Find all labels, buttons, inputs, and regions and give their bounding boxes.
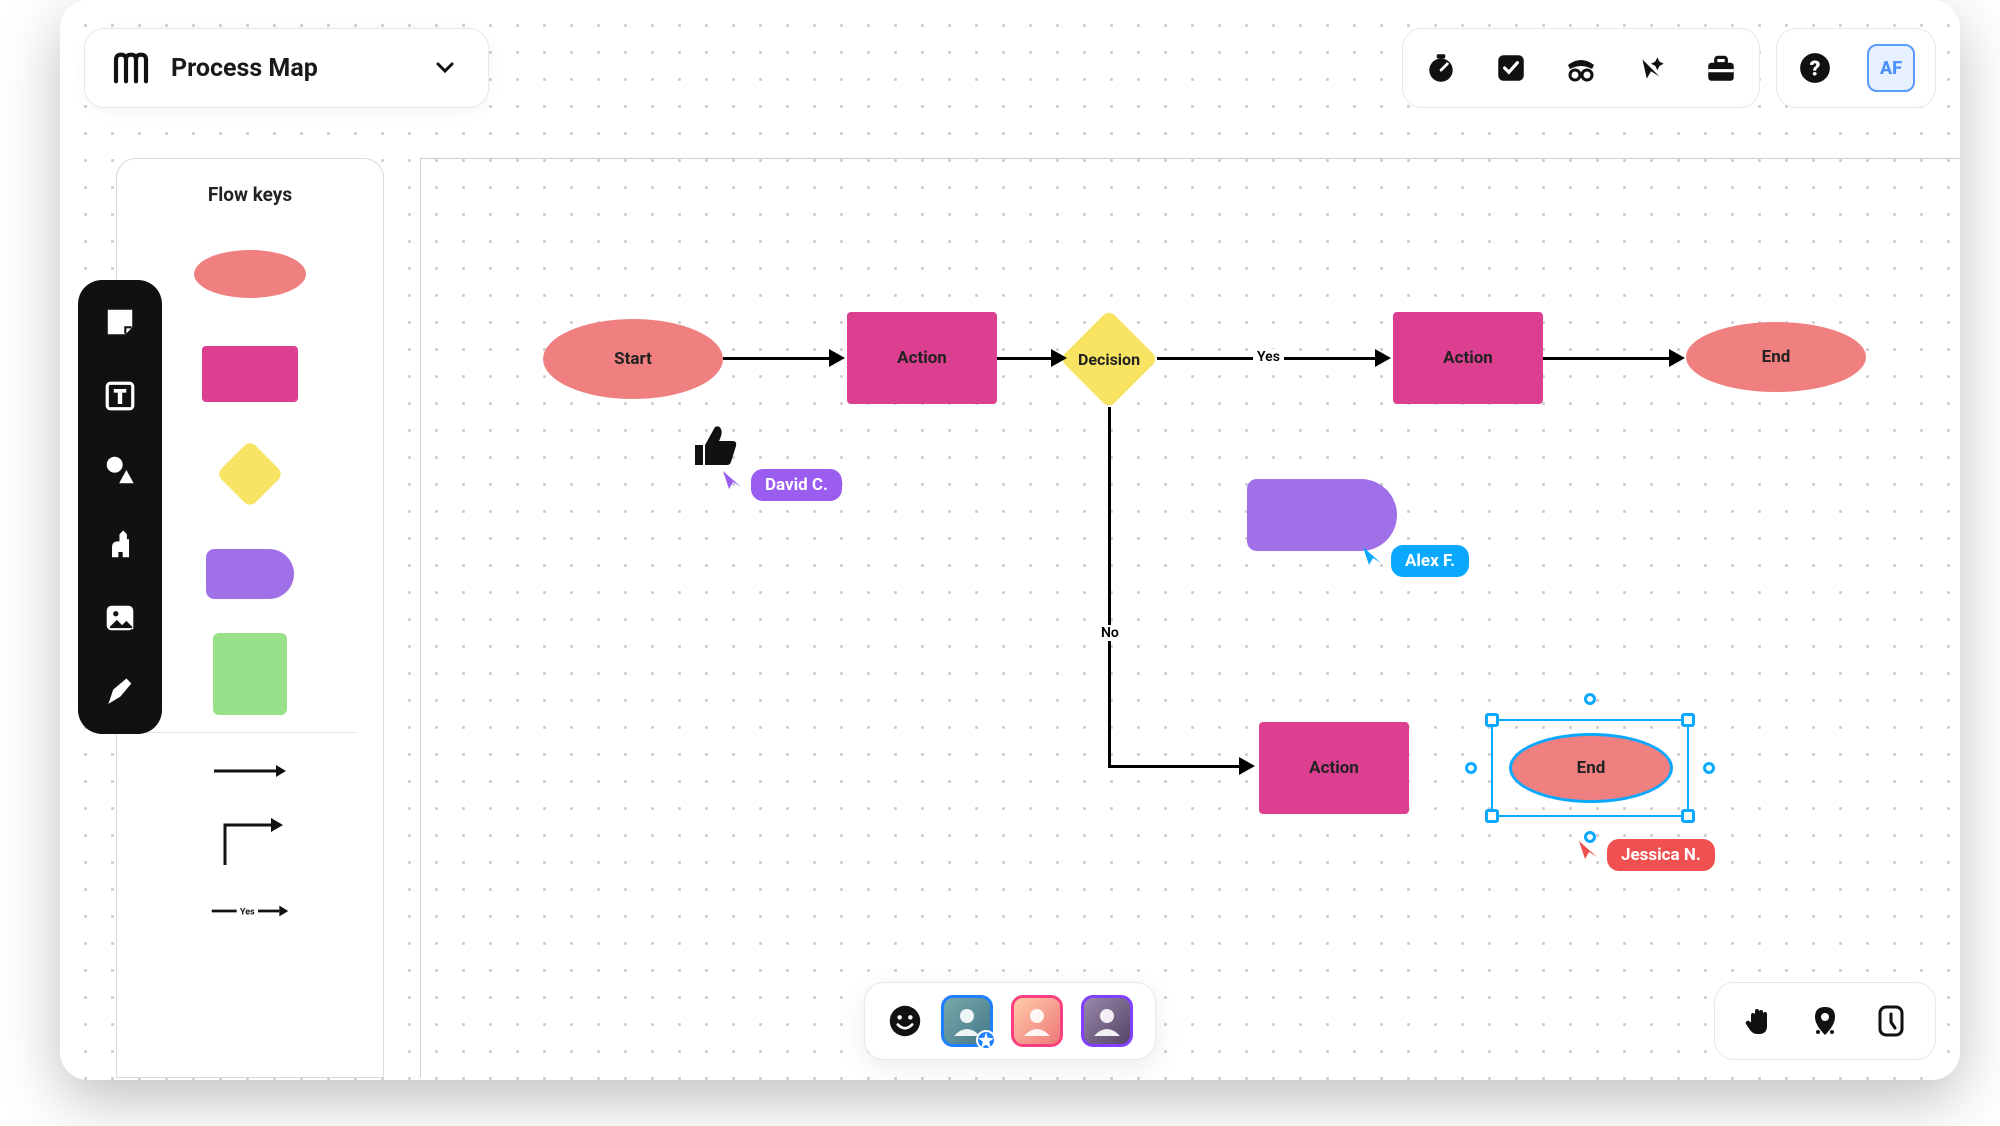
arrow-head-icon xyxy=(1051,349,1067,367)
panel-separator xyxy=(144,732,357,733)
cursor-sparkle-icon[interactable] xyxy=(1633,50,1669,86)
end-node-1[interactable]: End xyxy=(1686,322,1866,392)
action-node-1[interactable]: Action xyxy=(847,312,997,404)
flowkey-straight-arrow[interactable] xyxy=(117,741,383,801)
collaborator-avatar-1[interactable] xyxy=(941,995,993,1047)
flow-keys-title: Flow keys xyxy=(208,183,292,206)
vote-icon[interactable] xyxy=(1493,50,1529,86)
start-node[interactable]: Start xyxy=(543,319,723,399)
edge-label-no: No xyxy=(1097,625,1123,641)
board-title-dropdown[interactable]: Process Map xyxy=(84,28,489,108)
svg-text:T: T xyxy=(114,385,126,408)
diagram-canvas[interactable]: Start Action Decision Action End Action … xyxy=(420,158,1960,1078)
avatar-initials: AF xyxy=(1880,58,1902,79)
end-node-selected[interactable]: End xyxy=(1509,733,1673,803)
flowkey-elbow-arrow[interactable] xyxy=(117,801,383,881)
navigation-tools xyxy=(1714,982,1936,1060)
image-tool-icon[interactable] xyxy=(100,598,140,638)
action-node-3[interactable]: Action xyxy=(1259,722,1409,814)
facilitation-tools xyxy=(1402,28,1760,108)
collaborators-bar xyxy=(864,982,1156,1060)
collaborator-avatar-3[interactable] xyxy=(1081,995,1133,1047)
shapes-tool-icon[interactable] xyxy=(100,450,140,490)
cursor-label: David C. xyxy=(751,469,842,501)
vertical-toolbar: T xyxy=(78,280,162,734)
arrow-head-icon xyxy=(1375,349,1391,367)
reactions-icon[interactable] xyxy=(887,1003,923,1039)
board-title: Process Map xyxy=(171,54,318,83)
help-user-group: ? AF xyxy=(1776,28,1936,108)
arrow[interactable] xyxy=(997,357,1055,360)
decision-node[interactable]: Decision xyxy=(1061,311,1157,407)
collaborator-cursor-alex: Alex F. xyxy=(1361,535,1469,577)
map-pin-icon[interactable] xyxy=(1807,1003,1843,1039)
timer-icon[interactable] xyxy=(1423,50,1459,86)
hand-tool-icon[interactable] xyxy=(1741,1003,1777,1039)
text-tool-icon[interactable]: T xyxy=(100,376,140,416)
app-window: Process Map ? xyxy=(60,0,1960,1080)
app-logo-icon xyxy=(109,46,153,90)
arrow[interactable] xyxy=(1543,357,1671,360)
arrow-head-icon xyxy=(1669,349,1685,367)
arrow[interactable] xyxy=(1108,407,1111,767)
collaborator-avatar-2[interactable] xyxy=(1011,995,1063,1047)
collaborator-cursor-david: David C. xyxy=(721,459,842,501)
collaborator-cursor-jessica: Jessica N. xyxy=(1577,829,1715,871)
sticky-note-tool-icon[interactable] xyxy=(100,302,140,342)
svg-text:?: ? xyxy=(1810,56,1821,81)
user-avatar[interactable]: AF xyxy=(1867,44,1915,92)
facilitator-star-icon xyxy=(976,1030,996,1050)
chevron-down-icon xyxy=(436,59,454,78)
arrow-head-icon xyxy=(1239,757,1255,775)
cursor-label: Alex F. xyxy=(1391,545,1469,577)
arrow[interactable] xyxy=(1108,765,1242,768)
llama-tool-icon[interactable] xyxy=(100,524,140,564)
tap-gesture-icon[interactable] xyxy=(1873,1003,1909,1039)
suitcase-icon[interactable] xyxy=(1703,50,1739,86)
edge-label-yes: Yes xyxy=(1253,349,1284,365)
pen-tool-icon[interactable] xyxy=(100,672,140,712)
flowkey-labeled-arrow[interactable]: Yes xyxy=(117,881,383,941)
top-right-controls: ? AF xyxy=(1402,28,1936,108)
arrow[interactable] xyxy=(723,357,831,360)
action-node-2[interactable]: Action xyxy=(1393,312,1543,404)
help-icon[interactable]: ? xyxy=(1797,50,1833,86)
arrow-head-icon xyxy=(829,349,845,367)
svg-text:Yes: Yes xyxy=(240,908,255,918)
incognito-icon[interactable] xyxy=(1563,50,1599,86)
cursor-label: Jessica N. xyxy=(1607,839,1715,871)
